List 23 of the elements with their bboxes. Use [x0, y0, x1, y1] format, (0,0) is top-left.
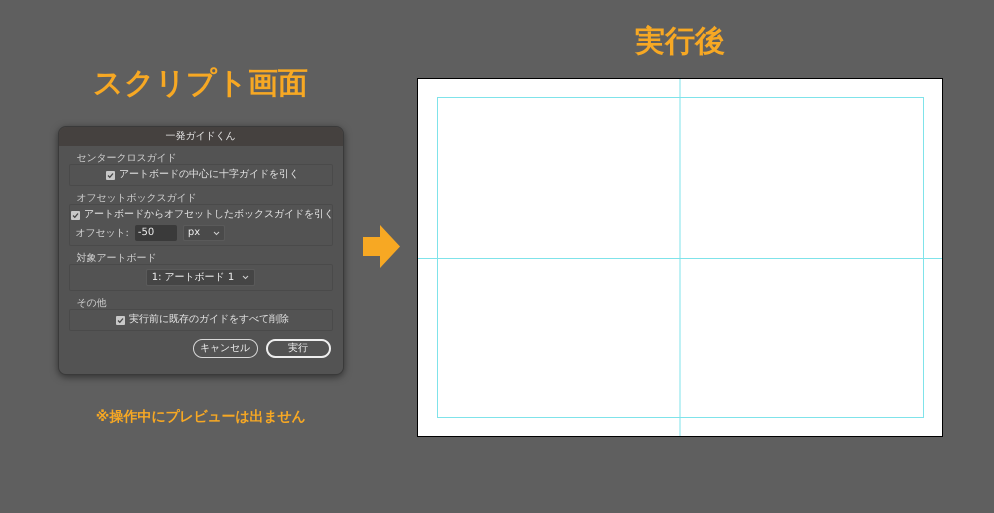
unit-dropdown[interactable]: px	[182, 225, 225, 241]
checkbox[interactable]	[116, 316, 125, 324]
group-legend: その他	[68, 298, 332, 309]
checkbox-label: アートボードからオフセットしたボックスガイドを引く	[84, 209, 334, 221]
note: ※操作中にプレビューは出ません	[96, 408, 306, 427]
artboard-dropdown[interactable]: 1: アートボード 1	[146, 269, 256, 286]
right-arrow-icon	[363, 225, 400, 268]
caret-icon	[212, 230, 220, 236]
caret-icon	[242, 275, 250, 280]
checkbox-label: アートボードの中心に十字ガイドを引く	[119, 169, 299, 181]
checkbox-label: 実行前に既存のガイドをすべて削除	[129, 314, 289, 326]
dialog-button[interactable]: キャンセル	[192, 339, 258, 358]
group-legend: オフセットボックスガイド	[68, 193, 332, 204]
group-legend: 対象アートボード	[68, 253, 332, 264]
offset-label: オフセット:	[76, 226, 129, 240]
dialog-button[interactable]: 実行	[266, 339, 330, 358]
dialog-title: 一発ガイドくん	[58, 127, 342, 146]
offset-field[interactable]: -50	[134, 225, 177, 241]
checkbox[interactable]	[106, 170, 115, 180]
checkbox[interactable]	[71, 210, 80, 220]
heading: スクリプト画面	[93, 65, 308, 103]
group-legend: センタークロスガイド	[68, 153, 332, 164]
heading: 実行後	[635, 23, 725, 61]
